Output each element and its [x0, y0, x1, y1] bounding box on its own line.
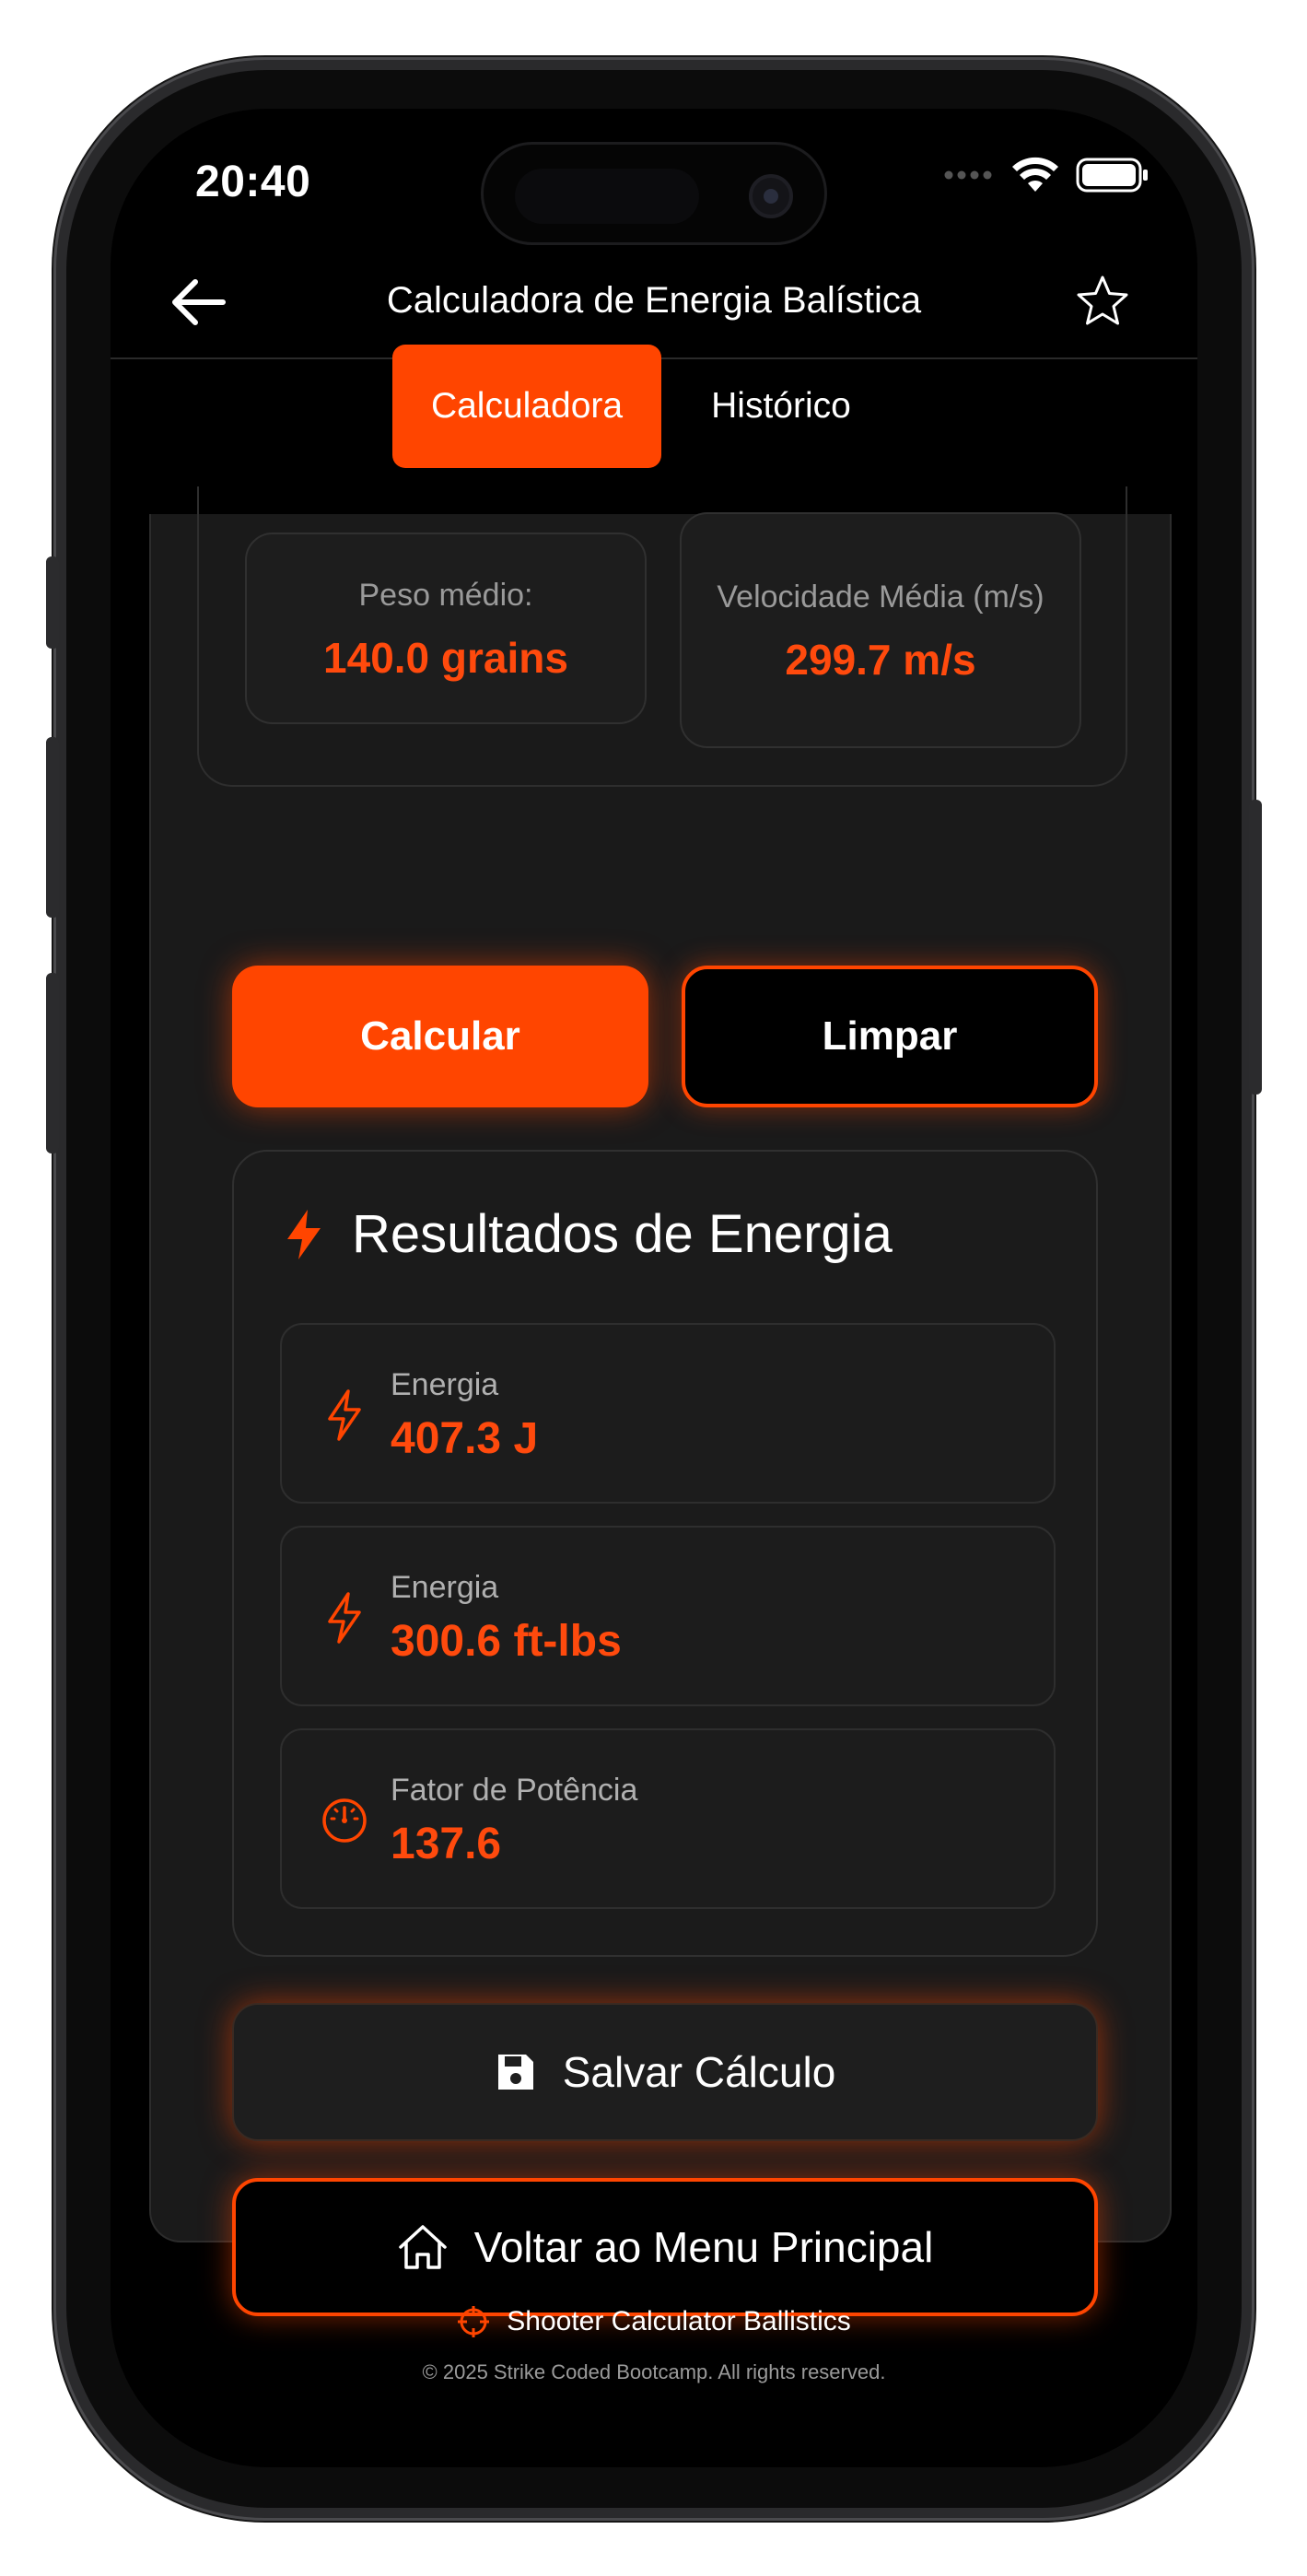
status-icons — [943, 157, 1149, 193]
star-icon[interactable] — [1074, 273, 1131, 330]
result-value: 137.6 — [391, 1820, 502, 1868]
result-energy-ftlbs: Energia 300.6 ft-lbs — [280, 1526, 1056, 1706]
results-header: Resultados de Energia — [284, 1203, 893, 1265]
home-button-label: Voltar ao Menu Principal — [473, 2223, 934, 2271]
average-velocity-stat: Velocidade Média (m/s) 299.7 m/s — [680, 512, 1081, 748]
screen: 20:40 Calculadora de Energia Balística C… — [111, 109, 1197, 2467]
page-title: Calculadora de Energia Balística — [386, 280, 922, 321]
silent-switch — [46, 556, 59, 649]
result-value: 407.3 J — [391, 1414, 539, 1463]
clear-button[interactable]: Limpar — [682, 966, 1098, 1107]
average-weight-value: 140.0 grains — [323, 634, 568, 682]
tab-historico[interactable]: Histórico — [661, 345, 901, 468]
back-to-main-menu-button[interactable]: Voltar ao Menu Principal — [232, 2178, 1098, 2316]
segmented-tabs: Calculadora Histórico — [392, 345, 901, 468]
lightning-icon — [328, 1592, 361, 1644]
save-calculation-button[interactable]: Salvar Cálculo — [232, 2003, 1098, 2141]
calculator-card: Peso médio: 140.0 grains Velocidade Médi… — [149, 486, 1172, 2316]
wifi-icon — [1012, 157, 1058, 192]
navigation-header: Calculadora de Energia Balística — [111, 247, 1197, 359]
floppy-disk-icon — [497, 2055, 533, 2090]
average-velocity-label: Velocidade Média (m/s) — [717, 580, 1044, 615]
gauge-icon — [322, 1798, 367, 1843]
home-icon — [398, 2225, 447, 2269]
dynamic-island — [481, 142, 827, 245]
crosshair-icon — [458, 2306, 490, 2337]
footer-copyright: © 2025 Strike Coded Bootcamp. All rights… — [422, 2360, 886, 2383]
results-title: Resultados de Energia — [352, 1204, 893, 1264]
tab-calculadora[interactable]: Calculadora — [392, 345, 661, 468]
result-label: Fator de Potência — [391, 1773, 638, 1808]
energy-results-panel: Resultados de Energia Energia 407.3 J En… — [232, 1150, 1098, 1957]
lightning-icon — [328, 1389, 361, 1441]
result-label: Energia — [391, 1367, 499, 1402]
lightning-icon — [287, 1209, 321, 1259]
average-velocity-value: 299.7 m/s — [785, 636, 976, 684]
average-weight-stat: Peso médio: 140.0 grains — [245, 533, 647, 724]
volume-down-button — [46, 973, 59, 1153]
footer-brand-label: Shooter Calculator Ballistics — [507, 2306, 851, 2336]
volume-up-button — [46, 737, 59, 918]
result-value: 300.6 ft-lbs — [391, 1617, 622, 1666]
result-label: Energia — [391, 1570, 499, 1605]
result-energy-joules: Energia 407.3 J — [280, 1323, 1056, 1504]
calculate-button[interactable]: Calcular — [232, 966, 648, 1107]
cellular-dots-icon — [944, 170, 992, 180]
result-power-factor: Fator de Potência 137.6 — [280, 1728, 1056, 1909]
save-button-label: Salvar Cálculo — [562, 2048, 836, 2096]
average-weight-label: Peso médio: — [358, 578, 533, 613]
battery-icon — [1076, 158, 1148, 193]
footer-brand: Shooter Calculator Ballistics — [111, 2305, 1197, 2338]
status-time: 20:40 — [195, 158, 311, 206]
stats-summary: Peso médio: 140.0 grains Velocidade Médi… — [197, 486, 1127, 787]
camera-icon — [749, 174, 793, 218]
power-button — [1249, 800, 1262, 1095]
